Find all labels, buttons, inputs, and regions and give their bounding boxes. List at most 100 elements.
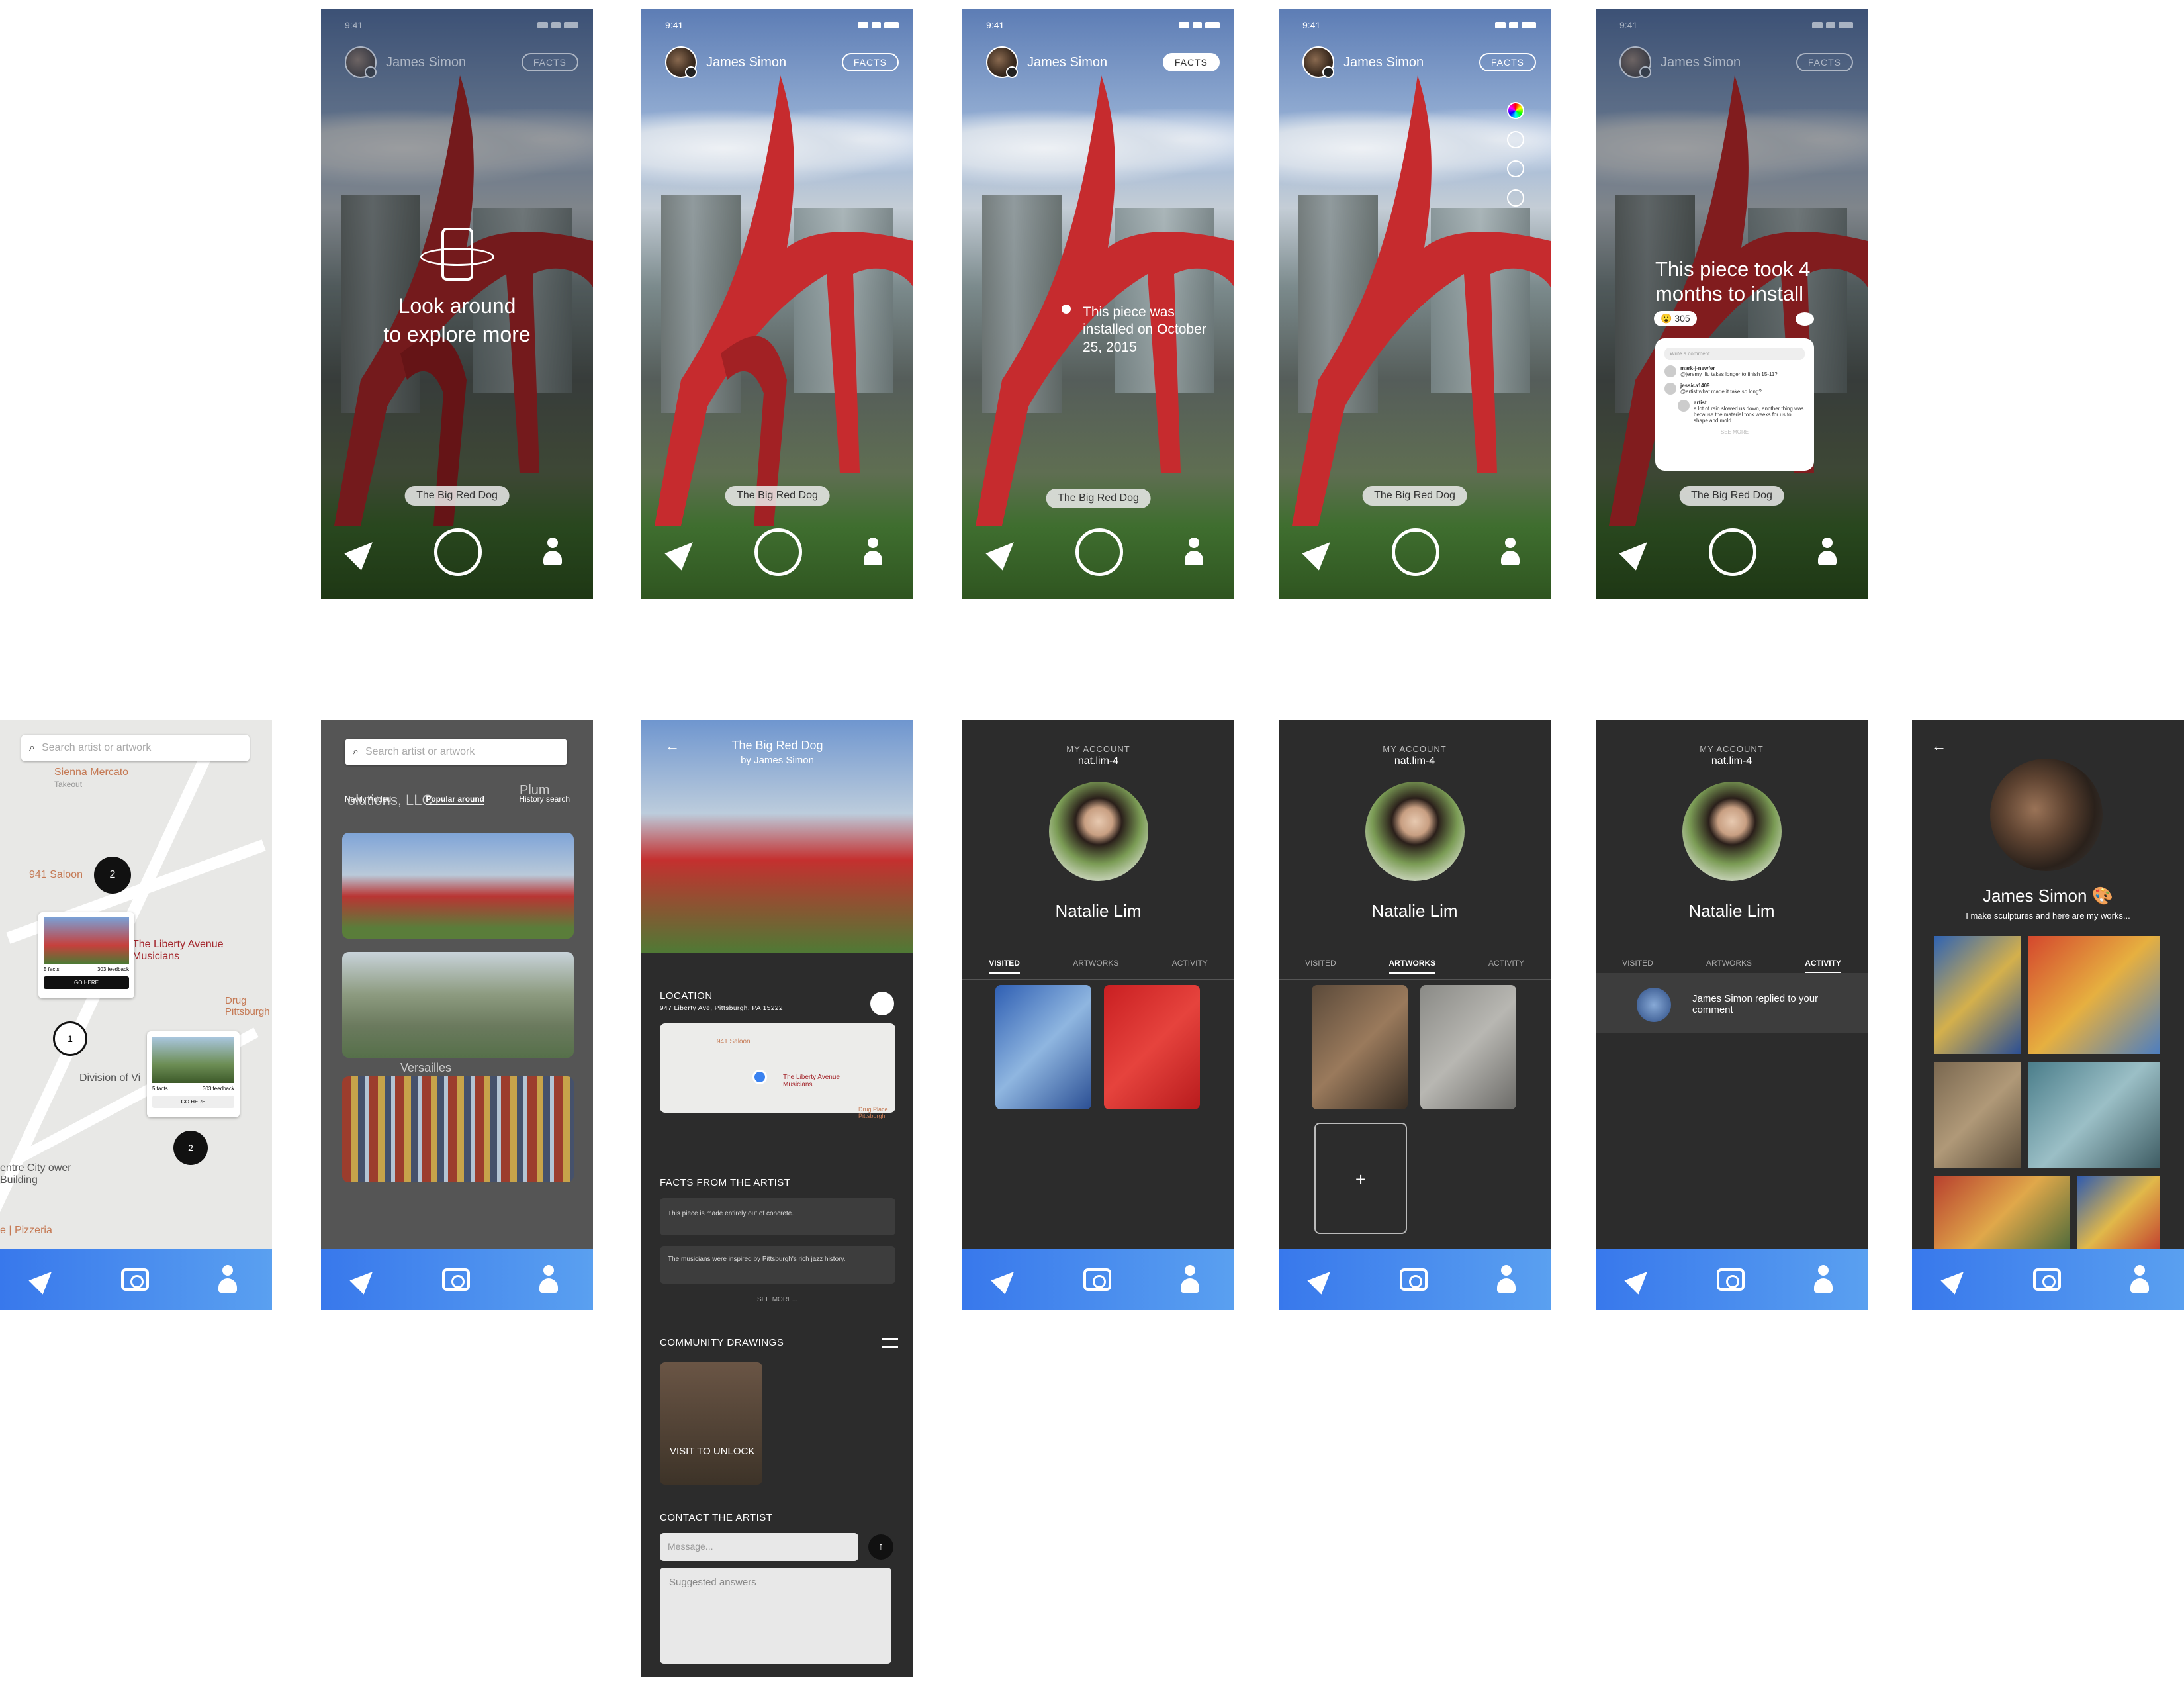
- navigate-icon[interactable]: [344, 534, 381, 571]
- artwork-thumb[interactable]: [342, 952, 574, 1058]
- avatar[interactable]: [1619, 46, 1651, 78]
- tab-activity[interactable]: ACTIVITY: [1805, 959, 1841, 974]
- artwork-thumb[interactable]: [342, 833, 574, 939]
- tab-artworks[interactable]: ARTWORKS: [1388, 959, 1436, 974]
- comment-icon[interactable]: [1796, 312, 1814, 326]
- artwork-label[interactable]: The Big Red Dog: [725, 486, 830, 506]
- artwork-label[interactable]: The Big Red Dog: [1046, 489, 1151, 508]
- facts-button[interactable]: FACTS: [521, 53, 578, 71]
- tab-newly-added[interactable]: Newly Added: [345, 794, 391, 805]
- pencil-icon[interactable]: [1507, 160, 1524, 177]
- artist-work[interactable]: [2028, 1062, 2160, 1168]
- camera-icon[interactable]: [1400, 1268, 1428, 1291]
- see-more-link[interactable]: SEE MORE: [1664, 429, 1805, 435]
- navigate-icon[interactable]: [28, 1264, 59, 1295]
- facts-button[interactable]: FACTS: [1796, 53, 1853, 71]
- message-input[interactable]: Message...: [660, 1533, 858, 1561]
- artwork-label[interactable]: The Big Red Dog: [1362, 486, 1467, 506]
- tab-artworks[interactable]: ARTWORKS: [1073, 959, 1118, 974]
- navigate-icon[interactable]: [991, 1264, 1021, 1295]
- shutter-button[interactable]: [434, 528, 482, 576]
- facts-button[interactable]: FACTS: [841, 53, 899, 71]
- color-picker-icon[interactable]: [1507, 102, 1524, 119]
- profile-icon[interactable]: [1500, 538, 1521, 567]
- camera-icon[interactable]: [1717, 1268, 1745, 1291]
- navigate-icon[interactable]: [664, 534, 702, 571]
- artist-work[interactable]: [1934, 936, 2021, 1054]
- tab-visited[interactable]: VISITED: [1305, 959, 1336, 974]
- back-icon[interactable]: ←: [1932, 737, 1946, 755]
- tab-visited[interactable]: VISITED: [989, 959, 1020, 974]
- shutter-button[interactable]: [754, 528, 803, 576]
- activity-item[interactable]: James Simon replied to your comment: [1596, 973, 1868, 1033]
- profile-icon[interactable]: [1179, 1265, 1201, 1294]
- navigate-icon[interactable]: [1307, 1264, 1338, 1295]
- filter-icon[interactable]: [882, 1338, 898, 1348]
- tab-artworks[interactable]: ARTWORKS: [1706, 959, 1752, 974]
- camera-icon[interactable]: [442, 1268, 471, 1291]
- profile-icon[interactable]: [1817, 538, 1838, 567]
- fact-dot[interactable]: [1062, 305, 1071, 314]
- navigate-icon[interactable]: [1940, 1264, 1971, 1295]
- profile-icon[interactable]: [2129, 1265, 2150, 1294]
- camera-icon[interactable]: [2033, 1268, 2062, 1291]
- reaction-badge[interactable]: 😮 305: [1654, 311, 1697, 326]
- directions-button[interactable]: [870, 992, 894, 1015]
- shutter-button[interactable]: [1075, 528, 1124, 576]
- my-artwork[interactable]: [1312, 985, 1408, 1109]
- profile-icon[interactable]: [538, 1265, 559, 1294]
- artwork-thumb[interactable]: [342, 1076, 574, 1182]
- map-pin[interactable]: 2: [94, 857, 131, 894]
- see-more-link[interactable]: SEE MORE...: [641, 1296, 913, 1303]
- avatar[interactable]: [665, 46, 697, 78]
- shutter-button[interactable]: [1709, 528, 1757, 576]
- navigate-icon[interactable]: [1624, 1264, 1655, 1295]
- facts-button[interactable]: FACTS: [1162, 53, 1220, 71]
- smiley-icon[interactable]: [1507, 131, 1524, 148]
- artwork-label[interactable]: The Big Red Dog: [404, 486, 510, 506]
- navigate-icon[interactable]: [349, 1264, 380, 1295]
- undo-icon[interactable]: [1507, 189, 1524, 207]
- artwork-card[interactable]: 5 facts 303 feedback GO HERE: [147, 1031, 240, 1117]
- navigate-icon[interactable]: [985, 534, 1023, 571]
- artist-work[interactable]: [1934, 1176, 2070, 1255]
- navigate-icon[interactable]: [1302, 534, 1339, 571]
- go-here-button[interactable]: GO HERE: [152, 1096, 234, 1108]
- artist-fact[interactable]: This piece is made entirely out of concr…: [660, 1198, 895, 1235]
- profile-icon[interactable]: [217, 1265, 238, 1294]
- add-artwork-button[interactable]: +: [1314, 1123, 1407, 1234]
- suggested-answers[interactable]: Suggested answers: [660, 1568, 891, 1664]
- send-icon[interactable]: ↑: [868, 1534, 893, 1560]
- my-artwork[interactable]: [1420, 985, 1516, 1109]
- map-pin[interactable]: 1: [53, 1021, 87, 1056]
- camera-icon[interactable]: [121, 1268, 150, 1291]
- go-here-button[interactable]: GO HERE: [44, 976, 129, 989]
- search-input[interactable]: Search artist or artwork: [42, 742, 151, 754]
- search-input[interactable]: Search artist or artwork: [365, 746, 475, 758]
- tab-activity[interactable]: ACTIVITY: [1488, 959, 1524, 974]
- comment-input[interactable]: Write a comment...: [1664, 348, 1805, 360]
- artist-work[interactable]: [2028, 936, 2160, 1054]
- profile-icon[interactable]: [862, 538, 884, 567]
- tab-popular-around[interactable]: Popular around: [426, 794, 485, 805]
- camera-icon[interactable]: [1083, 1268, 1112, 1291]
- profile-icon[interactable]: [1183, 538, 1205, 567]
- avatar[interactable]: [1302, 46, 1334, 78]
- shutter-button[interactable]: [1392, 528, 1440, 576]
- artist-fact[interactable]: The musicians were inspired by Pittsburg…: [660, 1246, 895, 1284]
- artwork-card[interactable]: 5 facts 303 feedback GO HERE: [38, 912, 134, 998]
- visited-artwork[interactable]: [995, 985, 1091, 1109]
- avatar[interactable]: [986, 46, 1018, 78]
- location-map[interactable]: 941 Saloon The Liberty Avenue Musicians …: [660, 1023, 895, 1119]
- artwork-label[interactable]: The Big Red Dog: [1679, 486, 1784, 506]
- artist-work[interactable]: [1934, 1062, 2021, 1168]
- avatar[interactable]: [345, 46, 377, 78]
- tab-activity[interactable]: ACTIVITY: [1172, 959, 1208, 974]
- profile-icon[interactable]: [1496, 1265, 1517, 1294]
- map-pin[interactable]: 2: [173, 1131, 208, 1165]
- profile-icon[interactable]: [1813, 1265, 1834, 1294]
- profile-icon[interactable]: [542, 538, 563, 567]
- artist-work[interactable]: [2077, 1176, 2160, 1255]
- tab-visited[interactable]: VISITED: [1622, 959, 1653, 974]
- community-drawing[interactable]: VISIT TO UNLOCK: [660, 1362, 762, 1485]
